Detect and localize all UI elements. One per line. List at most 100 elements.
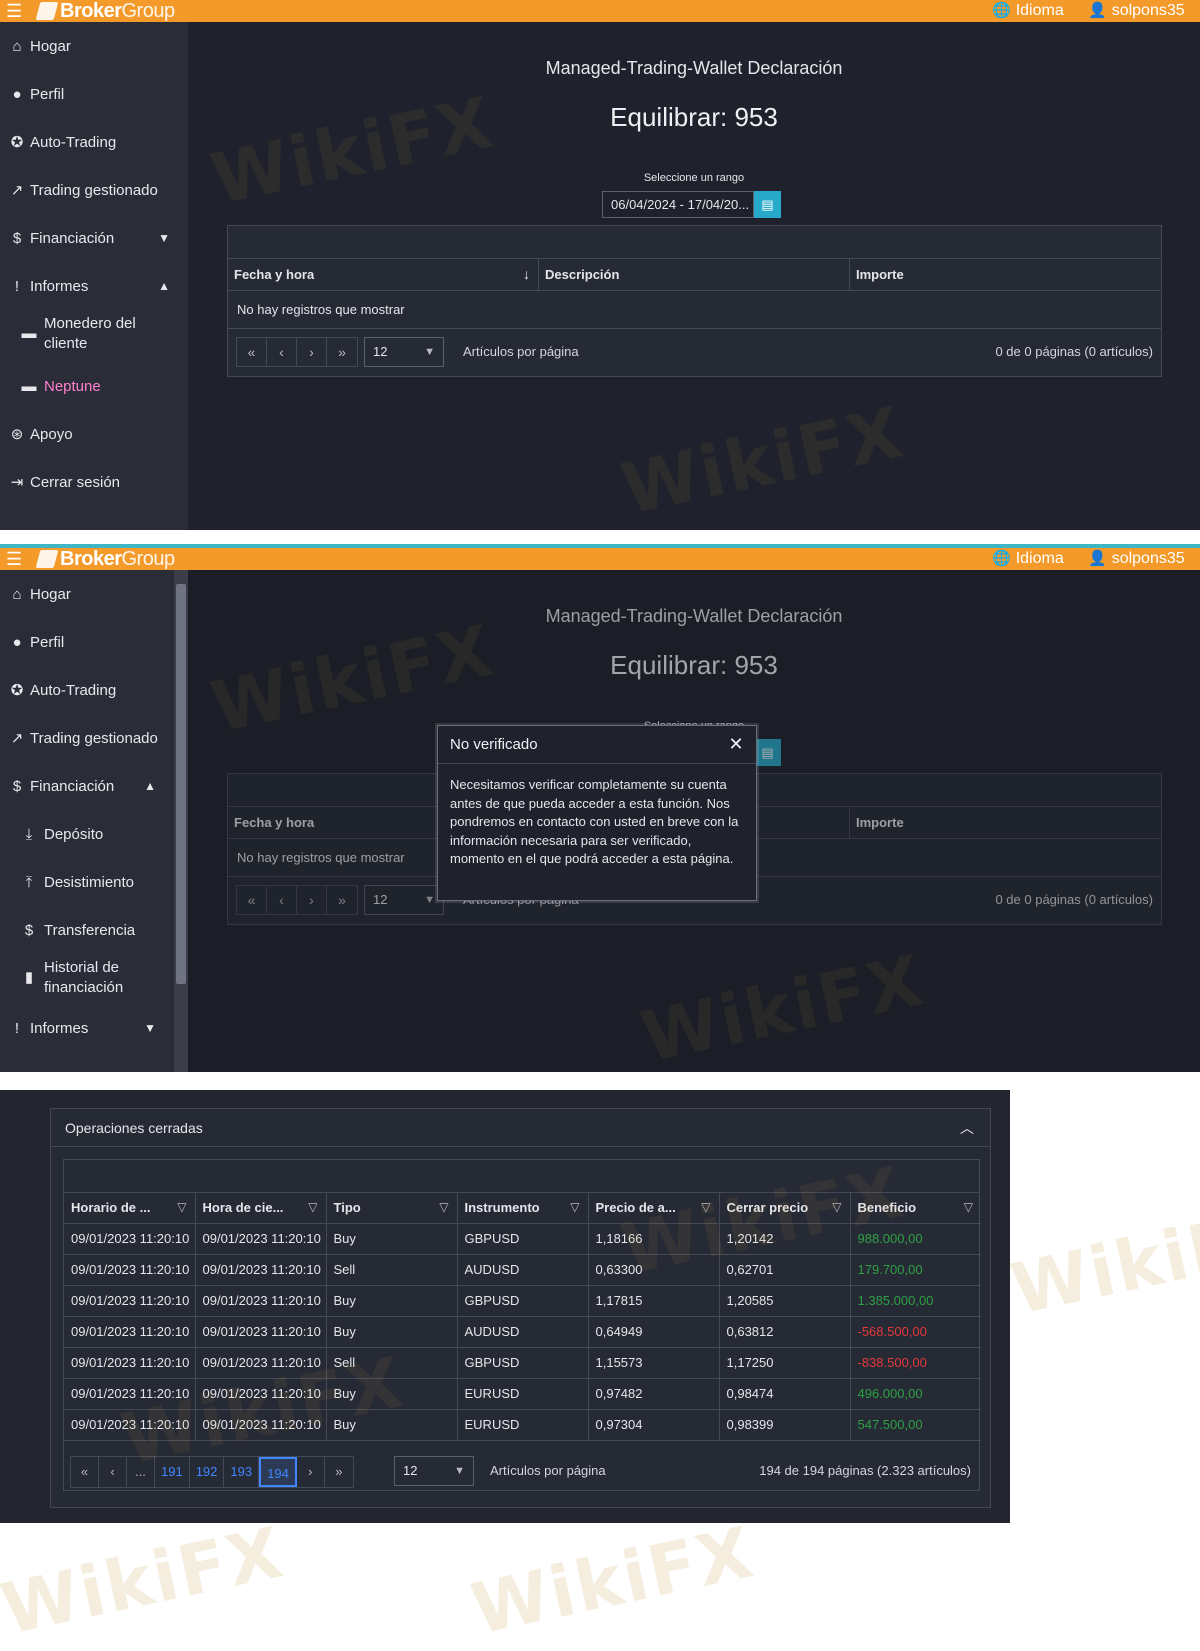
type-cell: Buy: [326, 1409, 458, 1441]
sidebar-item-transferencia[interactable]: $ Transferencia: [0, 906, 174, 954]
logout-icon: ⇥: [10, 474, 24, 491]
sidebar-item-cerrar-sesion[interactable]: ⇥ Cerrar sesión: [0, 458, 188, 506]
brand-logo[interactable]: BrokerGroup: [35, 548, 175, 570]
open-time-cell: 09/01/2023 11:20:10: [64, 1316, 196, 1348]
column-header[interactable]: Fecha y hora ↓: [228, 259, 539, 290]
language-selector[interactable]: 🌐 Idioma: [992, 548, 1064, 570]
sidebar-item-apoyo[interactable]: ⊛ Apoyo: [0, 410, 188, 458]
filter-icon[interactable]: ▽: [701, 1200, 710, 1214]
sidebar-item-perfil[interactable]: ● Perfil: [0, 618, 174, 666]
close-time-cell: 09/01/2023 11:20:10: [195, 1409, 327, 1441]
sidebar-item-hogar[interactable]: ⌂ Hogar: [0, 22, 188, 70]
filter-icon[interactable]: ▽: [308, 1200, 317, 1214]
instrument-cell: GBPUSD: [457, 1347, 589, 1379]
sidebar-item-financiacion[interactable]: $ Financiación ▼: [0, 214, 188, 262]
current-page-button[interactable]: 194: [259, 1457, 297, 1487]
sidebar-item-financiacion[interactable]: $ Financiación ▲: [0, 762, 174, 810]
logo-mark-icon: [35, 2, 59, 20]
money-icon: $: [12, 229, 22, 247]
sidebar-item-neptune[interactable]: ▬ Neptune: [0, 362, 188, 410]
sidebar-item-desistimiento[interactable]: ⤒ Desistimiento: [0, 858, 174, 906]
column-header[interactable]: Tipo ▽: [326, 1193, 458, 1224]
scrollbar-thumb[interactable]: [176, 584, 186, 984]
filter-icon[interactable]: ▽: [832, 1200, 841, 1214]
table-row[interactable]: 09/01/2023 11:20:10 09/01/2023 11:20:10 Bu…: [64, 1223, 981, 1255]
chevron-up-icon[interactable]: ︿: [960, 1109, 974, 1147]
date-range-input[interactable]: 06/04/2024 - 17/04/20...: [602, 191, 754, 218]
top-bar: ☰ BrokerGroup 🌐 Idioma 👤 solpons35: [0, 0, 1200, 22]
chevron-down-icon: ▼: [144, 1021, 156, 1035]
user-menu[interactable]: 👤 solpons35: [1088, 548, 1185, 570]
close-price-cell: 1,17250: [719, 1347, 851, 1379]
sidebar-item-deposito[interactable]: ⤓ Depósito: [0, 810, 174, 858]
user-menu[interactable]: 👤 solpons35: [1088, 0, 1185, 22]
brand-logo[interactable]: BrokerGroup: [35, 0, 175, 22]
page-info: 0 de 0 páginas (0 artículos): [995, 344, 1153, 359]
sidebar-scrollbar[interactable]: [174, 570, 188, 1072]
language-selector[interactable]: 🌐 Idioma: [992, 0, 1064, 22]
page-size-select[interactable]: 12 ▼: [394, 1456, 474, 1486]
column-header[interactable]: Beneficio ▽: [850, 1193, 981, 1224]
column-header[interactable]: Hora de cie... ▽: [195, 1193, 327, 1224]
sidebar-item-auto-trading[interactable]: ✪ Auto-Trading: [0, 118, 188, 166]
column-header[interactable]: Importe: [850, 259, 1161, 290]
table-row[interactable]: 09/01/2023 11:20:10 09/01/2023 11:20:10 Bu…: [64, 1378, 981, 1410]
column-header[interactable]: Descripción: [539, 259, 850, 290]
page-button[interactable]: 192: [190, 1457, 225, 1487]
prev-page-icon[interactable]: ‹: [267, 338, 297, 366]
prev-page-icon[interactable]: ‹: [99, 1457, 127, 1487]
sidebar-item-auto-trading[interactable]: ✪ Auto-Trading: [0, 666, 174, 714]
next-page-icon[interactable]: ›: [297, 338, 327, 366]
user-icon: ●: [12, 85, 22, 103]
empty-message: No hay registros que mostrar: [237, 302, 405, 317]
sidebar-item-hogar[interactable]: ⌂ Hogar: [0, 570, 174, 618]
page-button[interactable]: 193: [224, 1457, 260, 1487]
page-size-select[interactable]: 12 ▼: [364, 337, 444, 367]
filter-icon[interactable]: ▽: [570, 1200, 579, 1214]
sidebar-item-historial-financiacion[interactable]: ▮ Historial de financiación: [0, 952, 174, 1004]
trades-table: Horario de ... ▽ Hora de cie... ▽ Tipo ▽ In…: [64, 1193, 981, 1441]
close-icon[interactable]: ✕: [726, 734, 746, 754]
open-time-cell: 09/01/2023 11:20:10: [64, 1254, 196, 1286]
last-page-icon[interactable]: »: [325, 1457, 353, 1487]
open-time-cell: 09/01/2023 11:20:10: [64, 1378, 196, 1410]
sidebar-item-trading-gestionado[interactable]: ↗ Trading gestionado: [0, 714, 174, 762]
table-row[interactable]: 09/01/2023 11:20:10 09/01/2023 11:20:10 Bu…: [64, 1409, 981, 1441]
table-row[interactable]: 09/01/2023 11:20:10 09/01/2023 11:20:10 Bu…: [64, 1316, 981, 1348]
page-button[interactable]: 191: [155, 1457, 190, 1487]
open-price-cell: 1,18166: [588, 1223, 720, 1255]
next-page-icon[interactable]: ›: [297, 1457, 325, 1487]
table-row[interactable]: 09/01/2023 11:20:10 09/01/2023 11:20:10 Se…: [64, 1254, 981, 1286]
calendar-icon[interactable]: ▤: [754, 191, 781, 218]
pager-buttons: « ‹ › »: [236, 337, 358, 367]
filter-icon[interactable]: ▽: [177, 1200, 186, 1214]
profit-cell: 547.500,00: [850, 1409, 981, 1441]
sidebar-item-monedero-cliente[interactable]: ▬ Monedero del cliente: [0, 308, 170, 360]
open-price-cell: 0,97482: [588, 1378, 720, 1410]
type-cell: Buy: [326, 1285, 458, 1317]
column-header[interactable]: Instrumento ▽: [457, 1193, 589, 1224]
grid-header: Fecha y hora ↓ Descripción Importe: [228, 259, 1161, 291]
filter-icon[interactable]: ▽: [964, 1200, 973, 1214]
column-header[interactable]: Horario de ... ▽: [64, 1193, 196, 1224]
column-header[interactable]: Cerrar precio ▽: [719, 1193, 851, 1224]
sidebar-item-perfil[interactable]: ● Perfil: [0, 70, 188, 118]
close-price-cell: 1,20142: [719, 1223, 851, 1255]
modal-body: Necesitamos verificar completamente su c…: [450, 777, 739, 866]
last-page-icon[interactable]: »: [327, 338, 357, 366]
hamburger-menu-icon[interactable]: ☰: [6, 2, 28, 20]
table-row[interactable]: 09/01/2023 11:20:10 09/01/2023 11:20:10 Se…: [64, 1347, 981, 1379]
table-row[interactable]: 09/01/2023 11:20:10 09/01/2023 11:20:10 Bu…: [64, 1285, 981, 1317]
hamburger-menu-icon[interactable]: ☰: [6, 550, 28, 568]
sidebar-item-informes[interactable]: ! Informes ▼: [0, 1004, 174, 1052]
first-page-icon[interactable]: «: [237, 338, 267, 366]
sidebar-item-informes[interactable]: ! Informes ▲: [0, 262, 188, 310]
page-ellipsis[interactable]: ...: [127, 1457, 155, 1487]
open-price-cell: 1,15573: [588, 1347, 720, 1379]
sidebar-item-trading-gestionado[interactable]: ↗ Trading gestionado: [0, 166, 188, 214]
card-header[interactable]: Operaciones cerradas ︿: [51, 1109, 990, 1147]
column-header[interactable]: Precio de a... ▽: [588, 1193, 720, 1224]
filter-icon[interactable]: ▽: [439, 1200, 448, 1214]
page-title: Managed-Trading-Wallet Declaración: [545, 58, 843, 78]
first-page-icon[interactable]: «: [71, 1457, 99, 1487]
